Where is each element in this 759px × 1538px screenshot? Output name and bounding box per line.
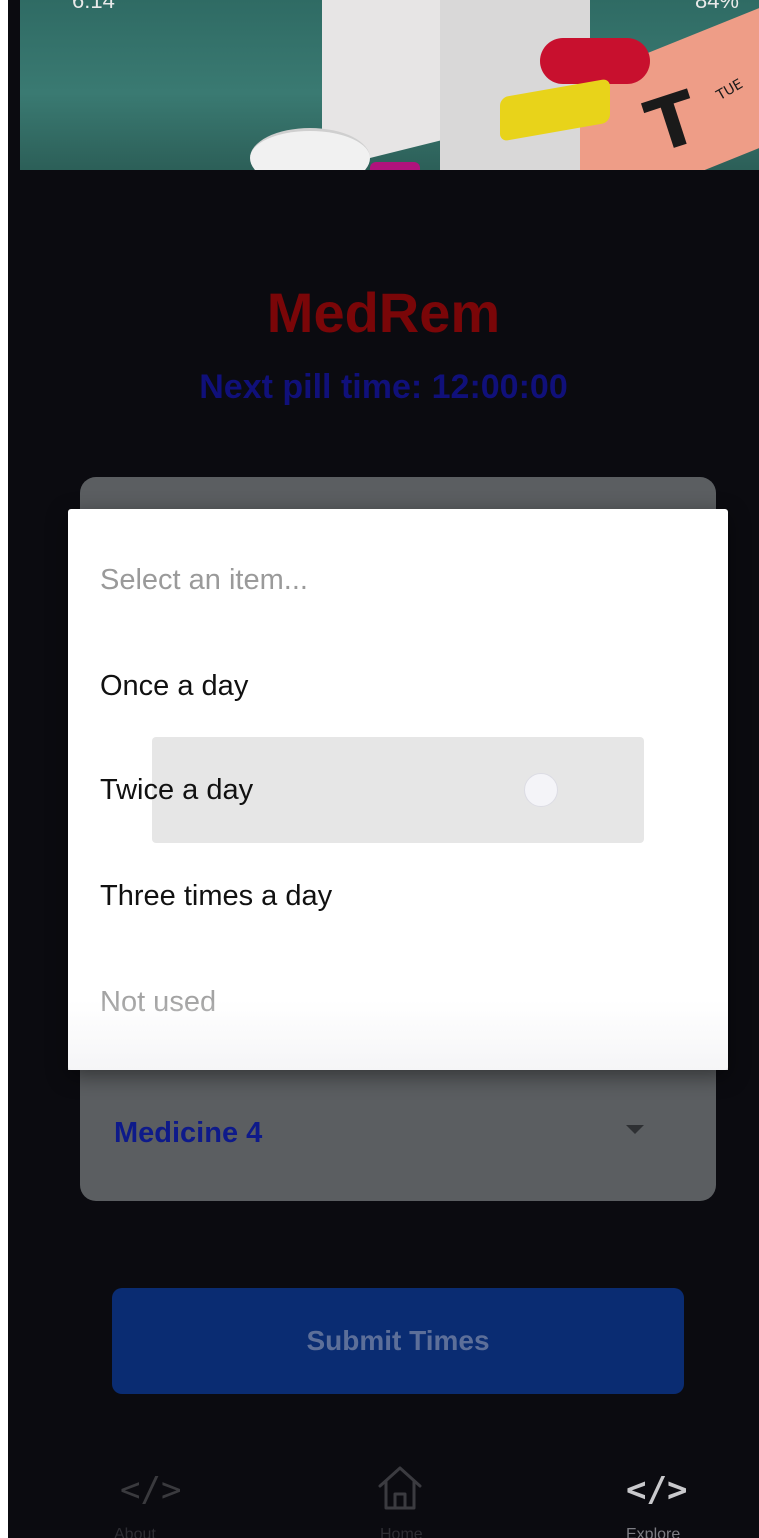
scroll-fade: [68, 1000, 728, 1070]
nav-label-explore[interactable]: Explore: [626, 1526, 680, 1538]
option-once-a-day[interactable]: Once a day: [68, 633, 728, 739]
app-title: MedRem: [266, 281, 501, 344]
code-icon[interactable]: </>: [626, 1470, 687, 1510]
medicine-4-label[interactable]: Medicine 4: [114, 1117, 262, 1150]
option-twice-a-day[interactable]: Twice a day: [68, 737, 728, 843]
battery-level: 84%: [694, 0, 739, 13]
bottom-nav: </> </> About Home Explore: [8, 1466, 759, 1538]
red-pill: [540, 38, 650, 84]
nav-label-about[interactable]: About: [114, 1526, 156, 1538]
nav-label-home[interactable]: Home: [380, 1526, 423, 1538]
header-illustration: T TUE: [20, 0, 759, 170]
phone-frame: T TUE 6:14 84% MedRem Next pill time: 12…: [0, 0, 759, 1538]
home-icon[interactable]: [374, 1462, 426, 1514]
submit-times-button[interactable]: Submit Times: [112, 1288, 684, 1394]
chevron-down-icon[interactable]: [626, 1125, 644, 1134]
code-icon[interactable]: </>: [120, 1470, 181, 1510]
option-placeholder: Select an item...: [100, 564, 308, 596]
magenta-pill: [370, 162, 420, 170]
frequency-dropdown-menu: Select an item... Once a day Twice a day…: [68, 509, 728, 1070]
next-pill-time: Next pill time: 12:00:00: [199, 368, 568, 406]
status-time: 6:14: [72, 0, 115, 13]
option-three-times-a-day[interactable]: Three times a day: [68, 843, 728, 949]
status-bar: 6:14 84%: [28, 0, 759, 16]
